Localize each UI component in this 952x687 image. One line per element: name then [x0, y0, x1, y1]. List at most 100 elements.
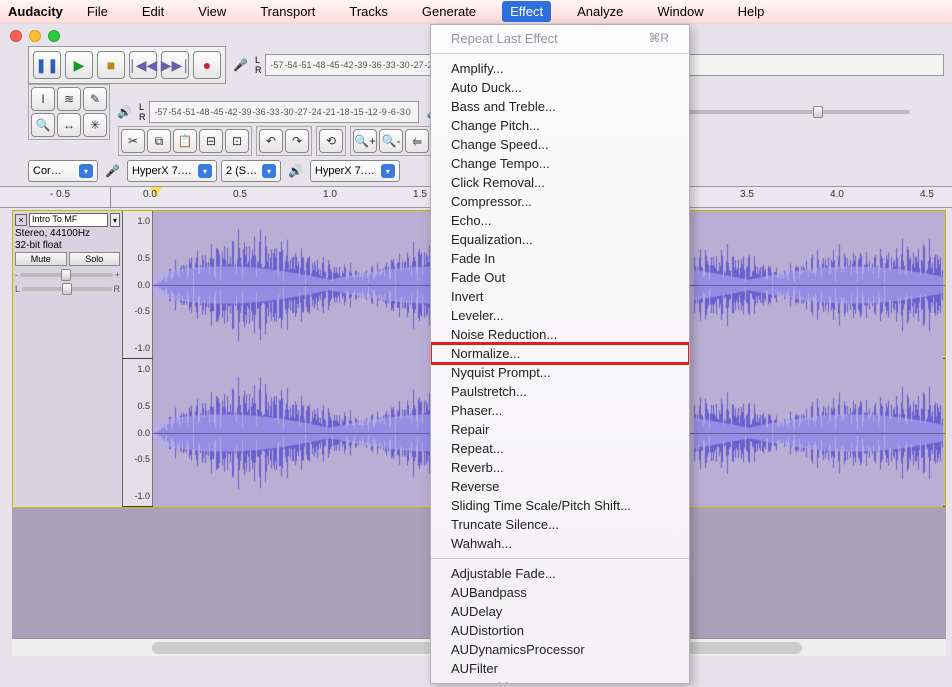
stop-button[interactable]: ■	[97, 51, 125, 79]
envelope-tool[interactable]: ≋	[57, 87, 81, 111]
menu-item-reverse[interactable]: Reverse	[431, 477, 689, 496]
menu-item-audelay[interactable]: AUDelay	[431, 602, 689, 621]
meter-tick: -33	[383, 60, 396, 70]
menu-item-wahwah[interactable]: Wahwah...	[431, 534, 689, 553]
axis-label: -0.5	[134, 454, 150, 464]
menu-item-aubandpass[interactable]: AUBandpass	[431, 583, 689, 602]
edit-toolbar: ✂ ⧉ 📋 ⊟ ⊡	[118, 126, 252, 156]
multi-tool[interactable]: ✳	[83, 113, 107, 137]
menu-item-auto-duck[interactable]: Auto Duck...	[431, 78, 689, 97]
menu-item-leveler[interactable]: Leveler...	[431, 306, 689, 325]
track-name-field[interactable]: Intro To MF	[29, 213, 108, 227]
menu-item-paulstretch[interactable]: Paulstretch...	[431, 382, 689, 401]
menu-item-invert[interactable]: Invert	[431, 287, 689, 306]
menu-item-audistortion[interactable]: AUDistortion	[431, 621, 689, 640]
axis-label: 1.0	[137, 216, 150, 226]
menu-item-compressor[interactable]: Compressor...	[431, 192, 689, 211]
zoom-window-button[interactable]	[48, 30, 60, 42]
undo-button[interactable]: ↶	[259, 129, 283, 153]
menu-item-equalization[interactable]: Equalization...	[431, 230, 689, 249]
menu-item-noise-reduction[interactable]: Noise Reduction...	[431, 325, 689, 344]
meter-tick: -48	[197, 107, 210, 117]
menu-item-click-removal[interactable]: Click Removal...	[431, 173, 689, 192]
menu-item-change-tempo[interactable]: Change Tempo...	[431, 154, 689, 173]
menu-item-truncate-silence[interactable]: Truncate Silence...	[431, 515, 689, 534]
paste-button[interactable]: 📋	[173, 129, 197, 153]
mute-button[interactable]: Mute	[15, 252, 67, 266]
menu-item-phaser[interactable]: Phaser...	[431, 401, 689, 420]
meter-tick: -42	[341, 60, 354, 70]
menu-file[interactable]: File	[79, 1, 116, 22]
menu-item-augraphiceq[interactable]: AUGraphicEQ	[431, 678, 689, 684]
skip-end-button[interactable]: ▶▶∣	[161, 51, 189, 79]
pan-slider[interactable]	[22, 287, 111, 291]
silence-button[interactable]: ⊡	[225, 129, 249, 153]
menu-item-echo[interactable]: Echo...	[431, 211, 689, 230]
recording-channels-combo[interactable]: 2 (S…▾	[221, 160, 281, 182]
audio-host-combo[interactable]: Cor…▾	[28, 160, 98, 182]
menu-window[interactable]: Window	[649, 1, 711, 22]
track-control-panel: × Intro To MF ▾ Stereo, 44100Hz 32-bit f…	[13, 211, 123, 507]
menu-item-audynamicsprocessor[interactable]: AUDynamicsProcessor	[431, 640, 689, 659]
menu-item-aufilter[interactable]: AUFilter	[431, 659, 689, 678]
menu-item-fade-out[interactable]: Fade Out	[431, 268, 689, 287]
close-window-button[interactable]	[10, 30, 22, 42]
menu-edit[interactable]: Edit	[134, 1, 172, 22]
menu-item-bass-and-treble[interactable]: Bass and Treble...	[431, 97, 689, 116]
skip-start-button[interactable]: ∣◀◀	[129, 51, 157, 79]
menu-item-change-speed[interactable]: Change Speed...	[431, 135, 689, 154]
sync-toolbar: ⟲	[316, 126, 346, 156]
meter-tick: 0	[406, 107, 411, 117]
menu-view[interactable]: View	[190, 1, 234, 22]
recording-device-combo[interactable]: HyperX 7.…▾	[127, 160, 217, 182]
spk-lr-label: LR	[139, 102, 146, 122]
meter-tick: -51	[298, 60, 311, 70]
ruler-tick: 4.5	[920, 189, 934, 200]
cut-button[interactable]: ✂	[121, 129, 145, 153]
ruler-tick: - 0.5	[50, 189, 70, 200]
playback-meter[interactable]: -57-54-51-48-45-42-39-36-33-30-27-24-21-…	[149, 101, 419, 123]
menu-item-adjustable-fade[interactable]: Adjustable Fade...	[431, 564, 689, 583]
solo-button[interactable]: Solo	[69, 252, 121, 266]
mic-icon: 🎤	[230, 58, 251, 72]
menu-separator	[431, 53, 689, 54]
zoom-tool[interactable]: 🔍	[31, 113, 55, 137]
selection-tool[interactable]: I	[31, 87, 55, 111]
timeshift-tool[interactable]: ↔	[57, 113, 81, 137]
menu-item-change-pitch[interactable]: Change Pitch...	[431, 116, 689, 135]
menu-tracks[interactable]: Tracks	[341, 1, 396, 22]
zoom-in-button[interactable]: 🔍+	[353, 129, 377, 153]
menu-item-amplify[interactable]: Amplify...	[431, 59, 689, 78]
copy-button[interactable]: ⧉	[147, 129, 171, 153]
draw-tool[interactable]: ✎	[83, 87, 107, 111]
minimize-window-button[interactable]	[29, 30, 41, 42]
menu-item-repair[interactable]: Repair	[431, 420, 689, 439]
ruler-tick: 4.0	[830, 189, 844, 200]
menu-item-normalize[interactable]: Normalize...	[431, 344, 689, 363]
play-button[interactable]: ▶	[65, 51, 93, 79]
menu-help[interactable]: Help	[730, 1, 773, 22]
ruler-tick: 1.0	[323, 189, 337, 200]
transport-controls: ❚❚ ▶ ■ ∣◀◀ ▶▶∣ ●	[28, 46, 226, 84]
menu-item-repeat[interactable]: Repeat...	[431, 439, 689, 458]
zoom-out-button[interactable]: 🔍-	[379, 129, 403, 153]
sync-lock-button[interactable]: ⟲	[319, 129, 343, 153]
track-menu-button[interactable]: ▾	[110, 213, 120, 227]
menu-item-reverb[interactable]: Reverb...	[431, 458, 689, 477]
menu-item-sliding-time-scale-pitch-shift[interactable]: Sliding Time Scale/Pitch Shift...	[431, 496, 689, 515]
menu-generate[interactable]: Generate	[414, 1, 484, 22]
fit-selection-button[interactable]: ⥢	[405, 129, 429, 153]
gain-slider[interactable]	[20, 273, 113, 277]
gain-minus-label: -	[15, 270, 18, 280]
menu-item-fade-in[interactable]: Fade In	[431, 249, 689, 268]
track-close-button[interactable]: ×	[15, 214, 27, 226]
menu-item-nyquist-prompt[interactable]: Nyquist Prompt...	[431, 363, 689, 382]
trim-button[interactable]: ⊟	[199, 129, 223, 153]
record-button[interactable]: ●	[193, 51, 221, 79]
menu-effect[interactable]: Effect	[502, 1, 551, 22]
redo-button[interactable]: ↷	[285, 129, 309, 153]
pause-button[interactable]: ❚❚	[33, 51, 61, 79]
menu-transport[interactable]: Transport	[252, 1, 323, 22]
playback-device-combo[interactable]: HyperX 7.…▾	[310, 160, 400, 182]
menu-analyze[interactable]: Analyze	[569, 1, 631, 22]
